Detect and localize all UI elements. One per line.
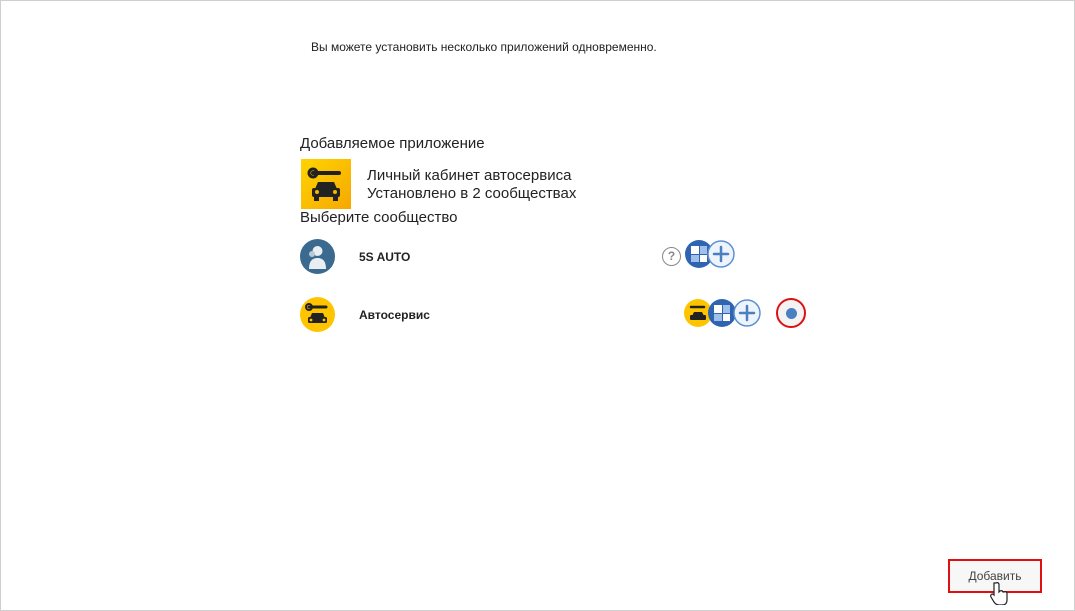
community-name: 5S AUTO: [359, 250, 411, 264]
hand-cursor-icon: [990, 581, 1010, 610]
app-install-count: Установлено в 2 сообществах: [367, 185, 577, 202]
app-name: Личный кабинет автосервиса: [367, 167, 572, 184]
help-icon[interactable]: ?: [662, 247, 681, 266]
app-info: Личный кабинет автосервиса Установлено в…: [367, 167, 576, 203]
community-avatar-avtoservis: [300, 297, 335, 332]
community-row-avtoservis[interactable]: Автосервис: [300, 297, 820, 333]
car-service-app-icon: [301, 159, 351, 209]
community-name: Автосервис: [359, 308, 430, 322]
community-row-5s-auto[interactable]: 5S AUTO ?: [300, 239, 820, 275]
app-section-title: Добавляемое приложение: [300, 135, 485, 152]
community-radio-selected[interactable]: [776, 298, 806, 328]
community-avatar-5s-auto: [300, 239, 335, 274]
info-text: Вы можете установить несколько приложени…: [311, 40, 657, 54]
add-app-icon: [733, 299, 761, 327]
app-grid-icon: [708, 299, 736, 327]
add-app-icon: [707, 240, 735, 268]
radio-dot: [786, 308, 797, 319]
community-section-title: Выберите сообщество: [300, 209, 458, 226]
